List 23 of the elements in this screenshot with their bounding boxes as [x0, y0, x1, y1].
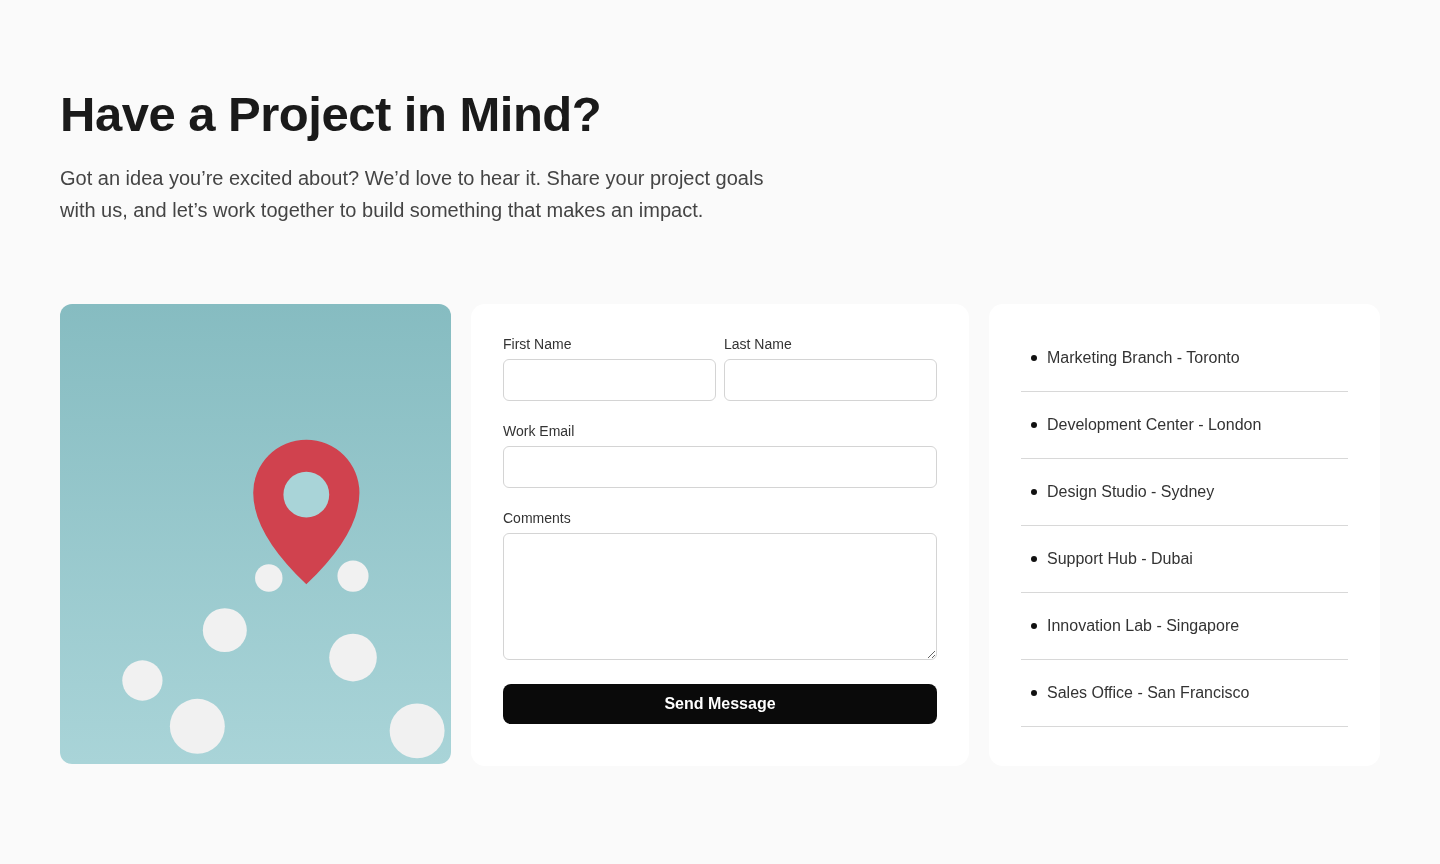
send-button[interactable]: Send Message: [503, 684, 937, 724]
bullet-icon: [1031, 355, 1037, 361]
bullet-icon: [1031, 556, 1037, 562]
location-name: Design Studio - Sydney: [1047, 483, 1215, 501]
bullet-icon: [1031, 422, 1037, 428]
location-name: Sales Office - San Francisco: [1047, 684, 1250, 702]
field-label: Comments: [503, 510, 572, 526]
field-label: First Name: [503, 336, 573, 352]
input-field[interactable]: [724, 359, 937, 401]
intro-paragraph: Got an idea you’re excited about? We’d love to hear it. Share your project goals with us, and let’s work together to build something that makes an impact.: [60, 166, 765, 223]
page-heading: Have a Project in Mind?: [60, 86, 603, 143]
location-name: Support Hub - Dubai: [1047, 550, 1193, 568]
field-label: Work Email: [503, 423, 576, 439]
comments-field[interactable]: [503, 533, 937, 660]
location-name: Development Center - London: [1047, 416, 1262, 434]
bullet-icon: [1031, 489, 1037, 495]
bullet-icon: [1031, 690, 1037, 696]
location-name: Innovation Lab - Singapore: [1047, 617, 1240, 635]
location-name: Marketing Branch - Toronto: [1047, 349, 1240, 367]
input-field[interactable]: [503, 359, 716, 401]
field-label: Last Name: [724, 336, 793, 352]
input-field[interactable]: [503, 446, 937, 488]
bullet-icon: [1031, 623, 1037, 629]
